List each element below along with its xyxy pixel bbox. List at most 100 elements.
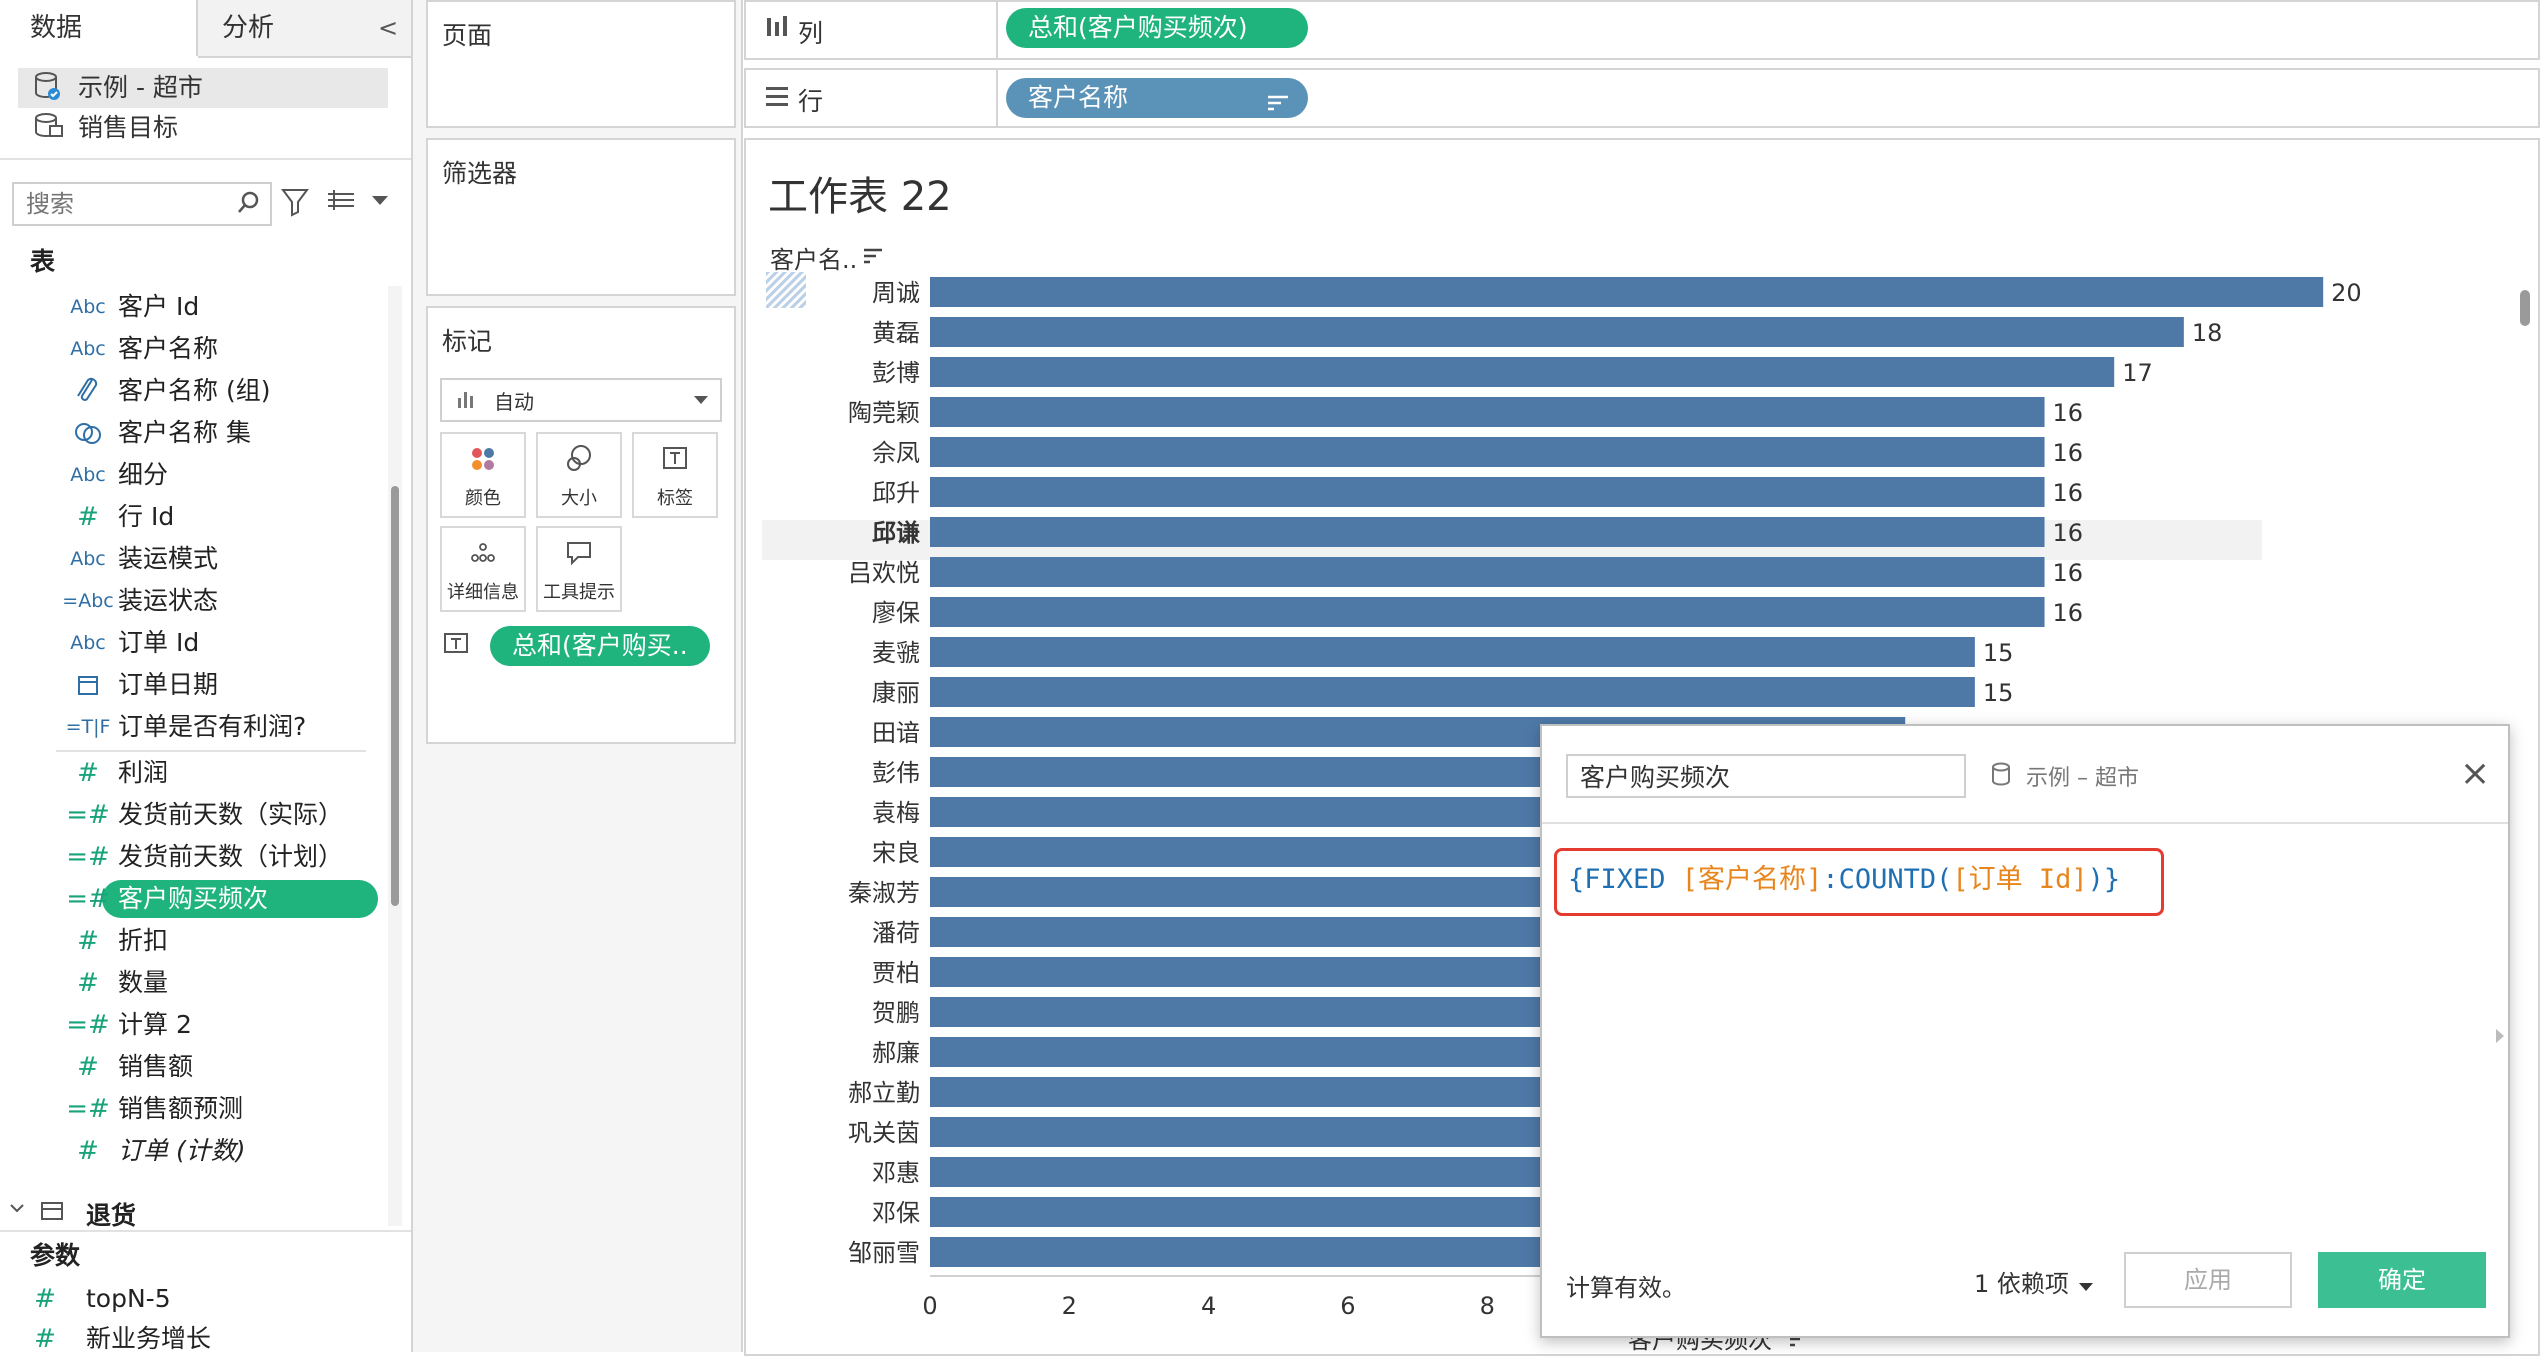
- rows-pill[interactable]: 客户名称: [1006, 78, 1308, 118]
- scrollbar-track[interactable]: [388, 286, 402, 1226]
- number-type-icon: #: [77, 926, 99, 956]
- string-type-icon: Abc: [70, 548, 106, 570]
- bar-value-label: 15: [1983, 679, 2014, 707]
- datasource-name: 销售目标: [78, 113, 179, 142]
- bar[interactable]: [930, 397, 2045, 427]
- bar[interactable]: [930, 317, 2184, 347]
- bar-value-label: 16: [2053, 519, 2084, 547]
- mark-color-button[interactable]: 颜色: [440, 432, 526, 518]
- parameter-name: topN-5: [86, 1284, 171, 1313]
- pages-shelf[interactable]: 页面: [426, 0, 736, 128]
- row-label: 廖保: [872, 599, 920, 627]
- parameter-name: 新业务增长: [86, 1324, 212, 1353]
- datasource-sales-target[interactable]: 销售目标: [18, 108, 388, 148]
- x-tick-label: 0: [922, 1292, 937, 1320]
- bar-value-label: 15: [1983, 639, 2014, 667]
- dropdown-arrow-icon[interactable]: [370, 192, 390, 212]
- filters-shelf[interactable]: 筛选器: [426, 138, 736, 296]
- row-label: 彭伟: [872, 759, 920, 787]
- sort-descending-icon: [1266, 86, 1290, 126]
- string-type-icon: Abc: [70, 464, 106, 486]
- view-list-icon[interactable]: [326, 188, 356, 220]
- bar[interactable]: [930, 477, 2045, 507]
- rows-pill-label: 客户名称: [1028, 83, 1129, 112]
- bar[interactable]: [930, 437, 2045, 467]
- scrollbar-thumb[interactable]: [2520, 290, 2530, 326]
- table-returns[interactable]: 退货: [0, 1194, 390, 1230]
- field-name: 客户 Id: [118, 292, 200, 321]
- bar[interactable]: [930, 517, 2045, 547]
- search-icon[interactable]: [236, 188, 262, 222]
- bar[interactable]: [930, 677, 1975, 707]
- tab-analysis[interactable]: 分析 <: [198, 0, 411, 58]
- worksheet-title: 工作表 22: [768, 174, 952, 220]
- chart-scrollbar[interactable]: [2518, 280, 2532, 1340]
- mark-detail-button[interactable]: 详细信息: [440, 526, 526, 612]
- field-name: 客户购买频次: [118, 884, 269, 913]
- calc-datasource: 示例 – 超市: [2026, 766, 2139, 791]
- paperclip-icon: [60, 376, 116, 406]
- section-parameters: 参数: [30, 1241, 81, 1270]
- bar[interactable]: [930, 597, 2045, 627]
- bar-chart-icon: [456, 386, 478, 416]
- dependencies-dropdown[interactable]: 1 依赖项: [1974, 1264, 2094, 1300]
- bar[interactable]: [930, 557, 2045, 587]
- datasource-superstore[interactable]: 示例 - 超市: [18, 68, 388, 108]
- bar[interactable]: [930, 277, 2324, 307]
- calc-name-input[interactable]: [1578, 758, 1952, 794]
- mark-type-value: 自动: [494, 390, 534, 414]
- divider: [1542, 822, 2508, 824]
- ok-button[interactable]: 确定: [2318, 1252, 2486, 1308]
- calc-number-type-icon: =#: [66, 1010, 110, 1040]
- collapse-pane-icon[interactable]: <: [378, 0, 398, 56]
- row-label: 邱谦: [872, 519, 920, 547]
- formula-editor[interactable]: {FIXED [客户名称]:COUNTD([订单 Id])}: [1568, 850, 2120, 910]
- string-type-icon: Abc: [70, 338, 106, 360]
- dropdown-arrow-icon: [2078, 1278, 2094, 1297]
- x-tick-label: 4: [1201, 1292, 1216, 1320]
- filter-icon[interactable]: [280, 186, 310, 222]
- mark-label-button[interactable]: 标签: [632, 432, 718, 518]
- x-tick-label: 6: [1340, 1292, 1355, 1320]
- scrollbar-thumb[interactable]: [391, 486, 399, 906]
- number-type-icon: #: [34, 1284, 56, 1314]
- mark-tooltip-button[interactable]: 工具提示: [536, 526, 622, 612]
- mark-label-pill[interactable]: 总和(客户购买..: [490, 626, 710, 666]
- close-icon[interactable]: ×: [2460, 754, 2490, 794]
- boolean-type-icon: =T|F: [65, 716, 111, 738]
- marks-title: 标记: [442, 327, 493, 356]
- bar-value-label: 17: [2122, 359, 2153, 387]
- search-field[interactable]: [12, 182, 272, 226]
- formula-function: COUNTD: [1838, 864, 1937, 895]
- dropdown-arrow-icon[interactable]: [692, 392, 710, 411]
- size-circles-icon: [538, 444, 620, 481]
- row-label: 邓保: [872, 1199, 920, 1227]
- mark-size-button[interactable]: 大小: [536, 432, 622, 518]
- calc-number-type-icon: =#: [66, 800, 110, 830]
- calc-number-type-icon: =#: [66, 1094, 110, 1124]
- number-type-icon: #: [77, 968, 99, 998]
- mark-size-label: 大小: [561, 488, 597, 509]
- apply-button[interactable]: 应用: [2124, 1252, 2292, 1308]
- field-name: 订单 (计数): [118, 1136, 246, 1165]
- row-label: 周诚: [872, 279, 920, 307]
- mark-type-dropdown[interactable]: 自动: [440, 378, 722, 422]
- formula-field: [客户名称]: [1681, 864, 1823, 895]
- columns-pill[interactable]: 总和(客户购买频次): [1006, 8, 1308, 48]
- row-label: 潘荷: [872, 919, 920, 947]
- detail-dots-icon: [442, 538, 524, 575]
- search-input[interactable]: [24, 186, 228, 222]
- calc-name-field[interactable]: [1566, 754, 1966, 798]
- formula-operator: :: [1822, 864, 1839, 895]
- mark-detail-label: 详细信息: [447, 582, 519, 603]
- tab-data[interactable]: 数据: [0, 0, 198, 56]
- expand-arrow-icon[interactable]: [2494, 1026, 2506, 1050]
- row-label: 袁梅: [872, 799, 920, 827]
- field-name: 计算 2: [118, 1010, 192, 1039]
- filters-title: 筛选器: [442, 159, 518, 188]
- row-label: 贾柏: [872, 959, 920, 987]
- bar[interactable]: [930, 357, 2115, 387]
- divider: [996, 70, 998, 126]
- chevron-down-icon[interactable]: [8, 1198, 26, 1223]
- bar[interactable]: [930, 637, 1975, 667]
